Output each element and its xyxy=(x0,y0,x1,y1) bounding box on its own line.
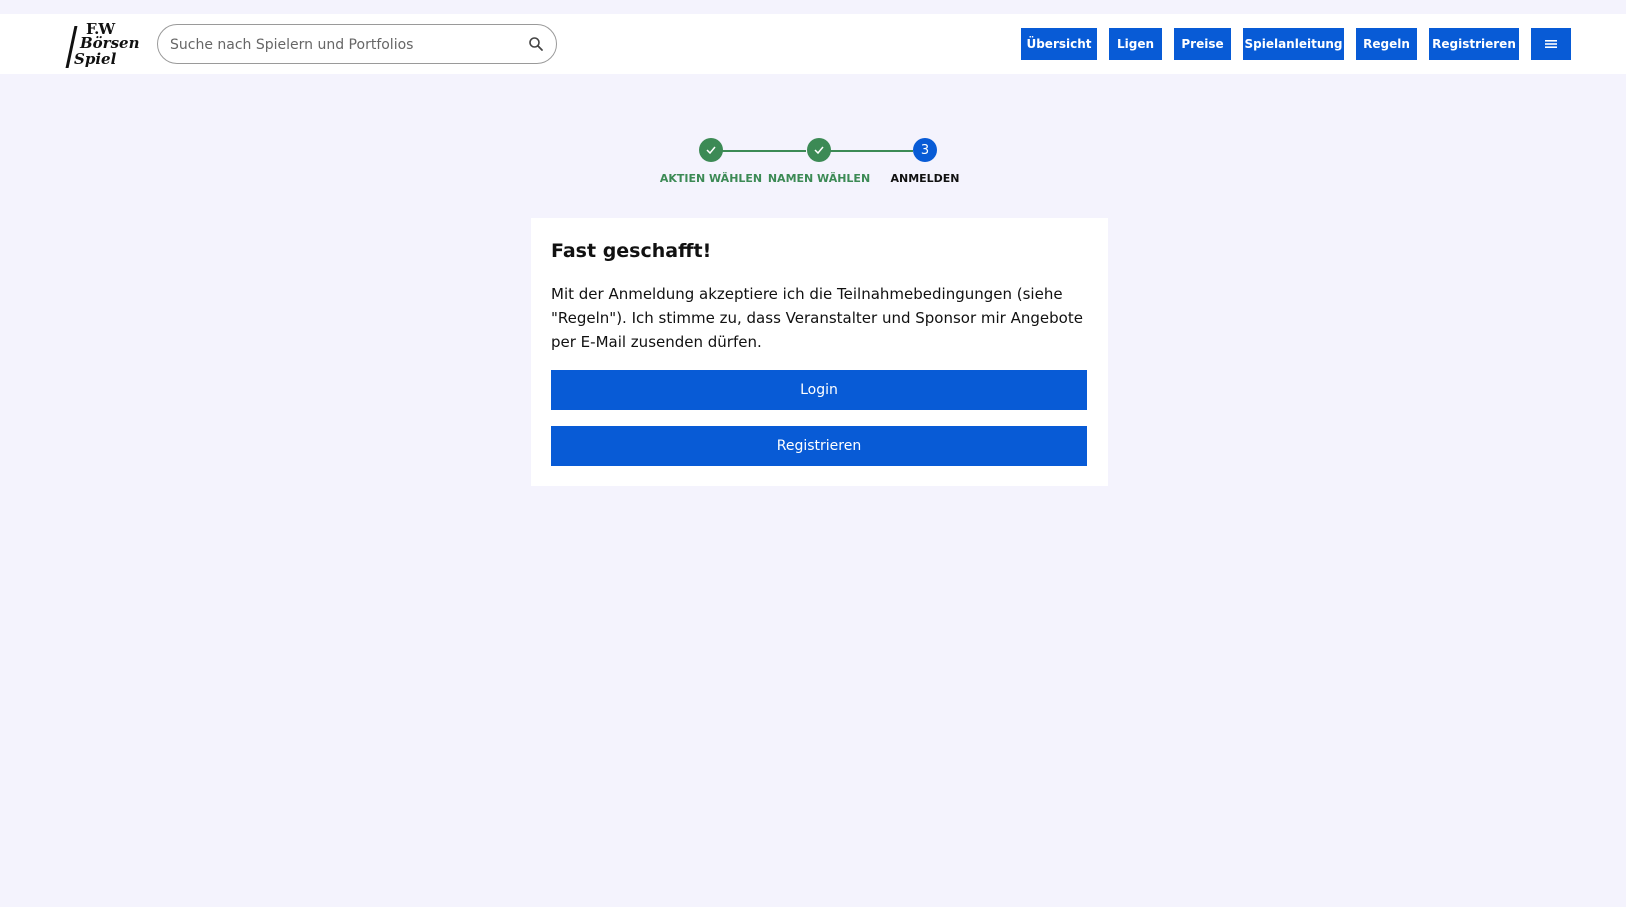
step-3-number: 3 xyxy=(920,142,930,158)
logo-line-3: Spiel xyxy=(74,50,117,68)
terms-text: Mit der Anmeldung akzeptiere ich die Tei… xyxy=(551,285,1083,351)
step-1-circle xyxy=(699,138,723,162)
login-button[interactable]: Login xyxy=(551,370,1087,410)
boersenspiel-logo[interactable]: F.W Börsen Spiel xyxy=(65,20,139,68)
nav-uebersicht-button[interactable]: Übersicht xyxy=(1021,28,1097,60)
signup-card: Fast geschafft! Mit der Anmeldung akzept… xyxy=(531,218,1108,486)
search-input[interactable] xyxy=(170,34,510,56)
nav-spielanleitung-button[interactable]: Spielanleitung xyxy=(1243,28,1344,60)
step-connector-1 xyxy=(711,150,806,152)
nav-registrieren-button[interactable]: Registrieren xyxy=(1429,28,1519,60)
step-connector-2 xyxy=(819,150,913,152)
header: F.W Börsen Spiel Übersicht Ligen Preise … xyxy=(0,14,1626,74)
progress-stepper: 3 AKTIEN WÄHLEN NAMEN WÄHLEN ANMELDEN xyxy=(660,138,960,188)
step-3-label: ANMELDEN xyxy=(890,172,960,185)
card-title: Fast geschafft! xyxy=(551,240,712,262)
step-2-circle xyxy=(807,138,831,162)
register-button[interactable]: Registrieren xyxy=(551,426,1087,466)
nav-preise-button[interactable]: Preise xyxy=(1174,28,1231,60)
check-icon xyxy=(814,146,824,155)
search-icon[interactable] xyxy=(528,36,544,52)
top-strip xyxy=(0,0,1626,14)
step-3-circle: 3 xyxy=(913,138,937,162)
nav-regeln-button[interactable]: Regeln xyxy=(1356,28,1417,60)
menu-button[interactable] xyxy=(1531,28,1571,60)
hamburger-menu-icon xyxy=(1545,40,1557,48)
check-icon xyxy=(706,146,716,155)
step-1-label: AKTIEN WÄHLEN xyxy=(659,172,763,185)
nav-ligen-button[interactable]: Ligen xyxy=(1109,28,1162,60)
step-2-label: NAMEN WÄHLEN xyxy=(767,172,871,185)
search-box xyxy=(157,24,557,64)
